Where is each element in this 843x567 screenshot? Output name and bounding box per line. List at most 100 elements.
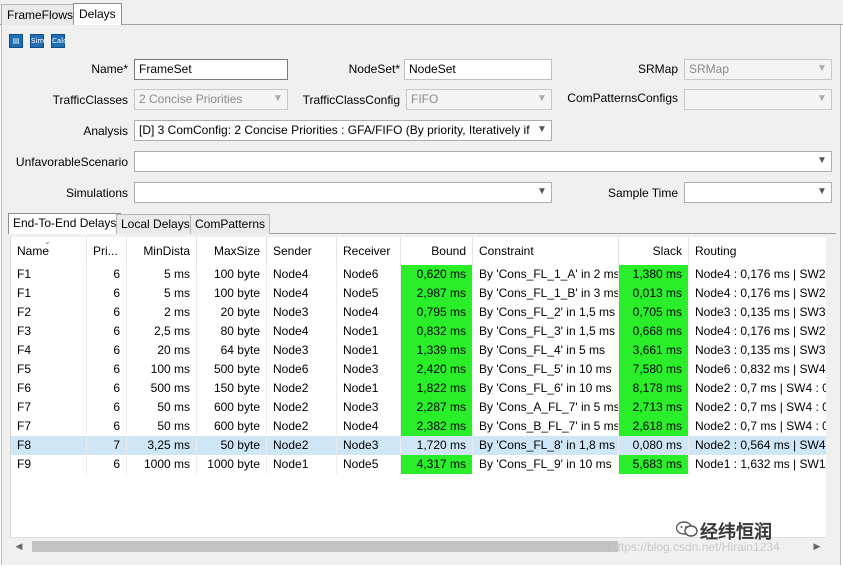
tab-end-to-end-delays[interactable]: End-To-End Delays [8, 213, 122, 234]
simulations-select[interactable]: ▼ [134, 182, 552, 203]
table-row[interactable]: F4 6 20 ms 64 byte Node3 Node1 1,339 ms By 'Con… [11, 341, 826, 360]
column-header-sender[interactable]: Sender [267, 237, 337, 265]
end-to-end-delays-table: ⌄ Name Pri... MinDista MaxSize Sender Re… [10, 237, 826, 537]
column-header-slack[interactable]: Slack [619, 237, 689, 265]
tab-delays[interactable]: Delays [73, 3, 122, 26]
table-row[interactable]: F2 6 2 ms 20 byte Node3 Node4 0,795 ms By 'Cons… [11, 303, 826, 322]
cell-mindist: 2,5 ms [127, 322, 197, 341]
compatternsconfigs-select[interactable]: ▼ [684, 89, 832, 110]
cell-routing: Node6 : 0,832 ms | SW4 : 0 [689, 360, 826, 379]
cell-slack: 0,013 ms [619, 284, 689, 303]
scroll-left-icon[interactable]: ◀ [12, 540, 26, 553]
column-header-mindist[interactable]: MinDista [127, 237, 197, 265]
simulate-icon[interactable]: Sim [30, 34, 44, 48]
analysis-select[interactable]: [D] 3 ComConfig: 2 Concise Priorities : … [134, 120, 552, 141]
cell-mindist: 3,25 ms [127, 436, 197, 455]
compatternsconfigs-label: ComPatternsConfigs [567, 91, 678, 105]
trafficclassconfig-select[interactable]: FIFO ▼ [406, 89, 552, 110]
cell-receiver: Node6 [337, 265, 401, 284]
cell-routing: Node2 : 0,7 ms | SW4 : 0,9 [689, 398, 826, 417]
column-header-bound[interactable]: Bound [401, 237, 473, 265]
srmap-select[interactable]: SRMap ▼ [684, 59, 832, 80]
cell-receiver: Node1 [337, 341, 401, 360]
cell-sender: Node1 [267, 455, 337, 474]
trafficclasses-select[interactable]: 2 Concise Priorities ▼ [134, 89, 288, 110]
cell-constraint: By 'Cons_FL_9' in 10 ms [473, 455, 619, 474]
cell-sender: Node2 [267, 436, 337, 455]
cell-routing: Node4 : 0,176 ms | SW2 : 0 [689, 265, 826, 284]
sampletime-label: Sample Time [607, 186, 678, 200]
scrollbar-thumb[interactable] [32, 541, 618, 552]
sampletime-select[interactable]: ▼ [684, 182, 832, 203]
cell-maxsize: 1000 byte [197, 455, 267, 474]
table-row[interactable]: F5 6 100 ms 500 byte Node6 Node3 2,420 ms By 'C… [11, 360, 826, 379]
name-field[interactable]: FrameSet [134, 59, 288, 80]
cell-pri: 6 [87, 284, 127, 303]
cell-maxsize: 20 byte [197, 303, 267, 322]
tab-compatterns[interactable]: ComPatterns [190, 214, 271, 234]
cell-maxsize: 600 byte [197, 417, 267, 436]
cell-sender: Node4 [267, 322, 337, 341]
chevron-down-icon: ▼ [817, 186, 827, 197]
frame-icon-glyph: ▤ [12, 37, 20, 45]
column-header-maxsize-label: MaxSize [213, 244, 260, 258]
cell-bound: 4,317 ms [401, 455, 473, 474]
cell-sender: Node2 [267, 398, 337, 417]
column-header-receiver[interactable]: Receiver [337, 237, 401, 265]
column-header-name[interactable]: ⌄ Name [11, 237, 87, 265]
cell-routing: Node2 : 0,7 ms | SW4 : 0,5 [689, 417, 826, 436]
nodeset-label: NodeSet* [348, 62, 400, 76]
tab-local-delays-label: Local Delays [121, 217, 190, 231]
cell-mindist: 1000 ms [127, 455, 197, 474]
table-row[interactable]: F3 6 2,5 ms 80 byte Node4 Node1 0,832 ms By 'Co… [11, 322, 826, 341]
cell-constraint: By 'Cons_FL_3' in 1,5 ms [473, 322, 619, 341]
cell-receiver: Node1 [337, 322, 401, 341]
column-header-routing[interactable]: Routing [689, 237, 826, 265]
table-row[interactable]: F7 6 50 ms 600 byte Node2 Node3 2,287 ms By 'Co… [11, 398, 826, 417]
chevron-down-icon: ▼ [537, 93, 547, 104]
calculate-icon[interactable]: Calc [51, 34, 67, 48]
cell-pri: 6 [87, 398, 127, 417]
unfavorable-select[interactable]: ▼ [134, 151, 832, 172]
table-row[interactable]: F7 6 50 ms 600 byte Node2 Node4 2,382 ms By 'Co… [11, 417, 826, 436]
table-row[interactable]: F6 6 500 ms 150 byte Node2 Node1 1,822 ms By 'C… [11, 379, 826, 398]
window-tab-bar: FrameFlows Delays [0, 0, 843, 26]
cell-pri: 7 [87, 436, 127, 455]
trafficclassconfig-value: FIFO [411, 92, 439, 106]
column-header-priority[interactable]: Pri... [87, 237, 127, 265]
cell-pri: 6 [87, 379, 127, 398]
nodeset-field[interactable]: NodeSet [404, 59, 552, 80]
column-header-name-label: Name [17, 244, 50, 258]
table-row[interactable]: F1 6 5 ms 100 byte Node4 Node5 2,987 ms By 'Con… [11, 284, 826, 303]
column-header-maxsize[interactable]: MaxSize [197, 237, 267, 265]
table-row[interactable]: F1 6 5 ms 100 byte Node4 Node6 0,620 ms By 'Con… [11, 265, 826, 284]
chevron-down-icon: ▼ [817, 93, 827, 104]
cell-sender: Node4 [267, 265, 337, 284]
cell-sender: Node3 [267, 341, 337, 360]
cell-slack: 2,713 ms [619, 398, 689, 417]
wechat-logo-icon [676, 521, 698, 537]
scroll-right-icon[interactable]: ▶ [810, 540, 824, 553]
tab-frameflows[interactable]: FrameFlows [1, 4, 80, 25]
cell-name: F9 [11, 455, 87, 474]
cell-name: F4 [11, 341, 87, 360]
cell-constraint: By 'Cons_B_FL_7' in 5 ms [473, 417, 619, 436]
cell-pri: 6 [87, 322, 127, 341]
frame-icon[interactable]: ▤ [9, 34, 23, 48]
cell-slack: 8,178 ms [619, 379, 689, 398]
cell-pri: 6 [87, 417, 127, 436]
cell-slack: 5,683 ms [619, 455, 689, 474]
chevron-down-icon: ▼ [273, 93, 283, 104]
table-row[interactable]: F8 7 3,25 ms 50 byte Node2 Node3 1,720 ms By 'C… [11, 436, 826, 455]
cell-routing: Node1 : 1,632 ms | SW1 : 0 [689, 455, 826, 474]
tab-local-delays[interactable]: Local Delays [116, 214, 195, 234]
cell-bound: 0,795 ms [401, 303, 473, 322]
cell-constraint: By 'Cons_FL_6' in 10 ms [473, 379, 619, 398]
cell-bound: 2,987 ms [401, 284, 473, 303]
cell-name: F6 [11, 379, 87, 398]
table-row[interactable]: F9 6 1000 ms 1000 byte Node1 Node5 4,317 ms By … [11, 455, 826, 474]
cell-bound: 0,620 ms [401, 265, 473, 284]
cell-mindist: 100 ms [127, 360, 197, 379]
column-header-constraint[interactable]: Constraint [473, 237, 619, 265]
cell-name: F5 [11, 360, 87, 379]
